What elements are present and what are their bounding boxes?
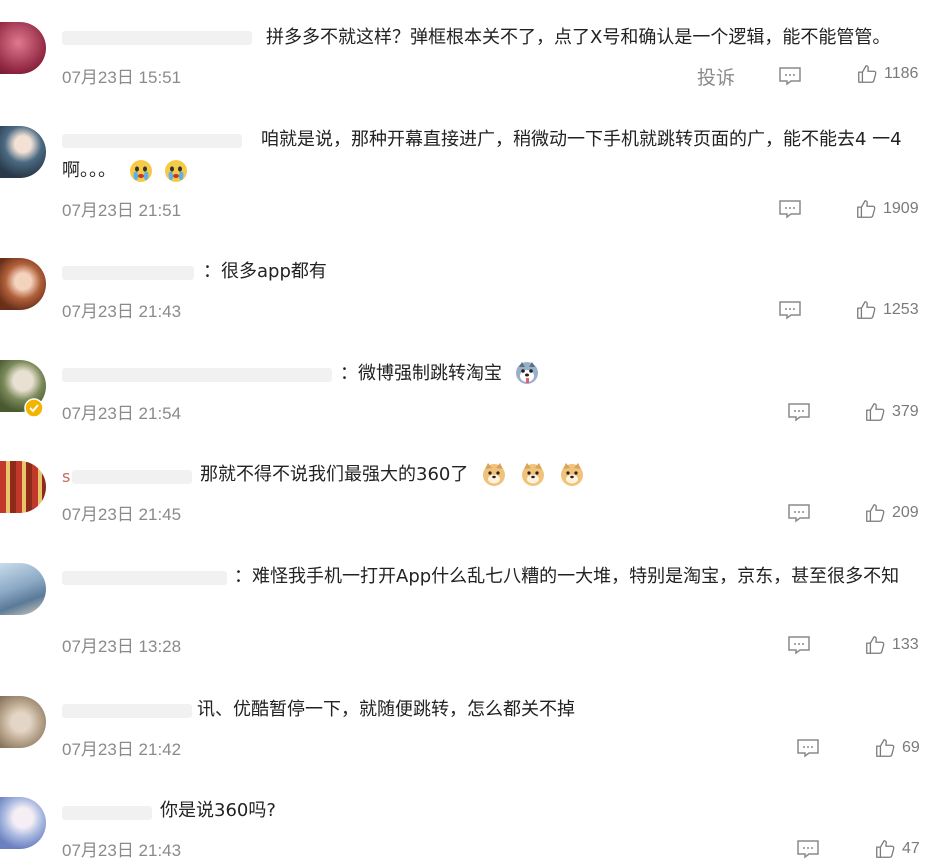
comment-time: 07月23日 13:28 [62,637,182,656]
like-count: 69 [902,739,920,756]
username[interactable] [62,28,252,48]
like-button[interactable]: 1186 [856,63,918,87]
like-count: 1909 [883,200,919,217]
comment-text: ：很多app都有 [203,261,327,282]
like-button[interactable]: 1909 [855,198,919,222]
comment-text-line2: 啊。。。 [62,160,116,181]
username[interactable] [62,365,332,385]
comment-time: 07月23日 21:45 [62,505,182,524]
avatar[interactable] [0,126,46,178]
thumbs-up-icon [866,636,885,654]
thumbs-up-icon [866,403,885,421]
comment-icon[interactable] [787,635,811,655]
avatar[interactable] [0,461,46,513]
like-count: 379 [892,403,919,420]
comment-text: 咱就是说，那种开幕直接进广，稍微动一下手机就跳转页面的广，能不能去4 一4 [261,129,902,150]
verified-badge-icon [24,398,44,418]
comment-icon[interactable] [778,66,802,86]
comment-text: 讯、优酷暂停一下，就随便跳转，怎么都关不掉 [197,699,575,720]
username[interactable] [62,131,242,151]
comment-text: 拼多多不就这样？弹框根本关不了，点了X号和确认是一个逻辑，能不能管管。 [266,27,891,48]
comment-icon[interactable] [778,199,802,219]
username[interactable] [62,701,192,721]
comment-icon[interactable] [787,503,811,523]
thumbs-up-icon [876,739,895,757]
thumbs-up-icon [858,65,877,83]
comment-time: 07月23日 21:42 [62,740,182,759]
crying-emoji-icon [165,160,188,182]
like-button[interactable]: 379 [864,401,919,425]
like-count: 47 [902,840,920,857]
thumbs-up-icon [876,840,895,858]
emoji-group [479,461,587,487]
avatar[interactable] [0,797,46,849]
like-button[interactable]: 69 [874,737,920,761]
like-button[interactable]: 1253 [855,299,919,323]
crying-emoji-icon [129,160,152,182]
comment-text: ：微博强制跳转淘宝 [340,363,502,384]
comment-text: 那就不得不说我们最强大的360了 [200,464,469,485]
thumbs-up-icon [857,301,876,319]
username[interactable]: s [62,467,193,487]
like-count: 1186 [884,65,919,82]
comment-icon[interactable] [778,300,802,320]
like-button[interactable]: 133 [864,634,919,658]
comment-text: ：难怪我手机一打开App什么乱七八糟的一大堆，特别是淘宝，京东，甚至很多不知 [234,566,900,587]
avatar[interactable] [0,258,46,310]
report-button[interactable]: 投诉 [697,63,735,90]
username[interactable] [62,803,152,823]
like-count: 209 [892,504,919,521]
doge-emoji-icon [483,463,505,486]
username[interactable] [62,263,194,283]
comment-time: 07月23日 15:51 [62,68,182,87]
comment-time: 07月23日 21:51 [62,201,182,220]
comment-icon[interactable] [796,839,820,859]
doge-emoji-icon [561,463,584,486]
husky-emoji-icon [516,362,538,384]
comment-text: 你是说360吗? [160,800,276,821]
thumbs-up-icon [857,200,876,218]
thumbs-up-icon [866,504,885,522]
like-count: 133 [892,636,919,653]
avatar[interactable] [0,22,46,74]
comment-time: 07月23日 21:43 [62,841,182,860]
comment-icon[interactable] [787,402,811,422]
like-button[interactable]: 47 [874,838,920,862]
avatar[interactable] [0,696,46,748]
comment-icon[interactable] [796,738,820,758]
comment-time: 07月23日 21:54 [62,404,182,423]
doge-emoji-icon [522,463,545,486]
like-count: 1253 [883,301,919,318]
like-button[interactable]: 209 [864,502,919,526]
comment-text-continued: 啊。。。 [62,157,191,185]
username[interactable] [62,568,227,588]
comment-time: 07月23日 21:43 [62,302,182,321]
avatar[interactable] [0,563,46,615]
